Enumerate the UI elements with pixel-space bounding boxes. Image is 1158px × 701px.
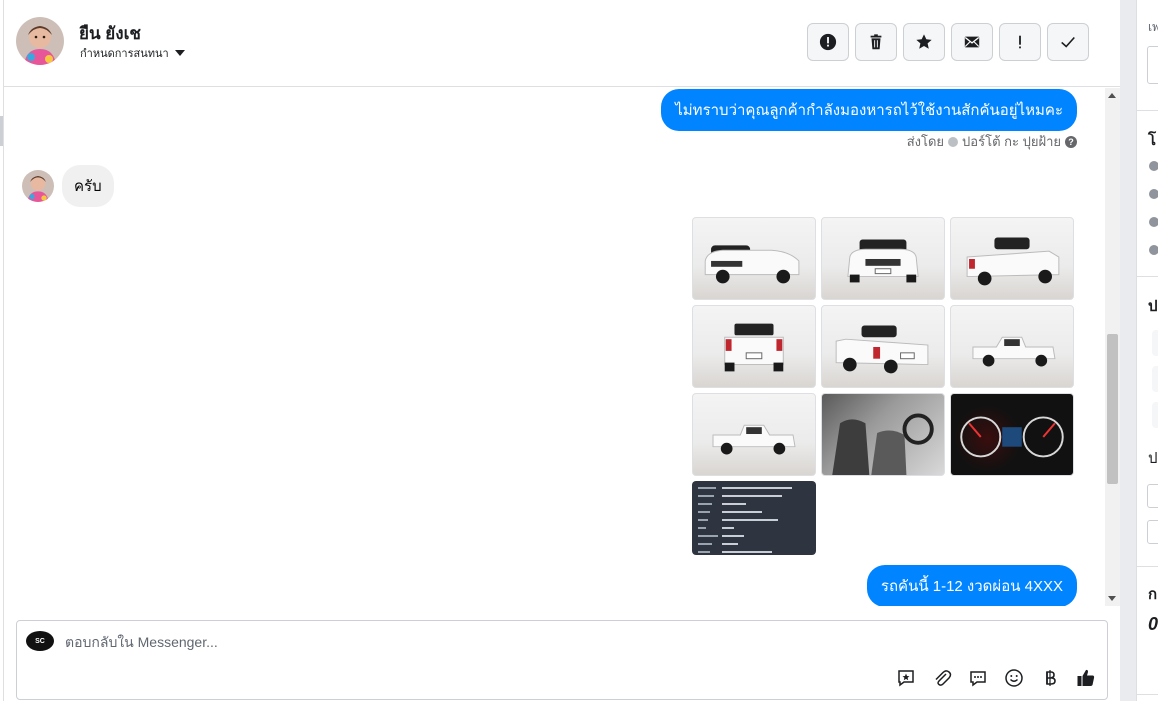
panel-value: 0 (1148, 614, 1158, 634)
thread-scrollbar[interactable] (1105, 88, 1120, 606)
composer-tools (895, 667, 1097, 689)
reply-input[interactable] (65, 629, 865, 655)
caret-down-icon (174, 50, 185, 56)
car-photo-rear-right[interactable] (950, 217, 1074, 300)
delete-button[interactable] (855, 23, 897, 61)
label-chip[interactable] (1152, 402, 1158, 428)
alert-circle-icon (819, 33, 837, 51)
car-photo-front[interactable] (821, 217, 945, 300)
thumbs-up-icon (1077, 669, 1095, 686)
label-chip[interactable] (1152, 366, 1158, 392)
star-icon (916, 34, 932, 49)
location-pin-icon (1149, 217, 1158, 227)
saved-replies-button[interactable] (895, 667, 917, 689)
section-heading-3: ป (1148, 450, 1158, 467)
scrollbar-thumb[interactable] (1107, 334, 1118, 484)
spec-document-image[interactable] (692, 481, 816, 555)
panel-search-hint: เพ (1148, 20, 1158, 34)
section-heading-1: โ (1148, 132, 1157, 149)
location-pin-icon (1149, 245, 1158, 255)
customer-info-panel: เพ โ ป ป ก 0 (1136, 0, 1158, 701)
panel-separator (1137, 110, 1158, 111)
baht-icon (1046, 670, 1056, 686)
outgoing-message: ไม่ทราบว่าคุณลูกค้ากำลังมองหารถไว้ใช้งาน… (661, 89, 1077, 131)
car-photo-side-left[interactable] (692, 393, 816, 476)
car-photo-dashboard[interactable] (950, 393, 1074, 476)
panel-separator (1137, 276, 1158, 277)
mark-done-button[interactable] (1047, 23, 1089, 61)
star-button[interactable] (903, 23, 945, 61)
exclamation-icon (1019, 35, 1021, 49)
mark-spam-button[interactable] (807, 23, 849, 61)
trash-icon (870, 34, 882, 50)
panel-divider (1120, 0, 1136, 701)
graduation-icon (1149, 189, 1158, 199)
emoji-icon (1005, 669, 1023, 687)
contact-name: ยืน ยังเช (79, 24, 141, 43)
panel-separator (1137, 694, 1158, 695)
assign-label: กำหนดการสนทนา (80, 48, 169, 60)
label-chip[interactable] (1152, 330, 1158, 356)
contact-avatar[interactable] (16, 17, 64, 65)
payment-button[interactable] (1039, 667, 1061, 689)
saved-reply-icon (898, 670, 914, 687)
header-actions (807, 23, 1089, 61)
contact-avatar-small (22, 170, 54, 202)
car-photo-rear[interactable] (692, 305, 816, 388)
car-photo-interior[interactable] (821, 393, 945, 476)
emoji-button[interactable] (1003, 667, 1025, 689)
section-heading-2: ป (1148, 298, 1158, 315)
chat-panel: ยืน ยังเช กำหนดการสนทนา ไม่ทราบว่าคุณลูก… (4, 0, 1120, 701)
outgoing-message-price: รถคันนี้ 1-12 งวดผ่อน 4XXX (866, 565, 1077, 606)
assign-conversation-dropdown[interactable]: กำหนดการสนทนา (80, 44, 185, 62)
scroll-up-arrow-icon[interactable] (1108, 93, 1116, 98)
photo-gallery (692, 217, 1074, 564)
panel-input[interactable] (1147, 520, 1158, 544)
send-like-button[interactable] (1075, 667, 1097, 689)
section-heading-4: ก (1148, 586, 1158, 603)
mark-unread-button[interactable] (951, 23, 993, 61)
sent-by-line: ส่งโดย ปอร์โต้ กะ ปุยฝ้าย ? (907, 131, 1077, 152)
quick-reply-button[interactable] (967, 667, 989, 689)
reply-composer: SC (16, 620, 1108, 700)
left-edge-notch (0, 116, 3, 146)
follow-up-button[interactable] (999, 23, 1041, 61)
panel-input[interactable] (1147, 484, 1158, 508)
attach-file-button[interactable] (931, 667, 953, 689)
incoming-message: ครับ (62, 165, 114, 207)
check-badge-icon (948, 136, 959, 147)
checkmark-icon (1061, 36, 1075, 48)
clock-icon (1149, 161, 1158, 171)
panel-separator (1137, 566, 1158, 567)
scroll-down-arrow-icon[interactable] (1108, 596, 1116, 601)
sent-by-name: ปอร์โต้ กะ ปุยฝ้าย (962, 134, 1061, 149)
paperclip-icon (935, 670, 952, 686)
message-thread: ไม่ทราบว่าคุณลูกค้ากำลังมองหารถไว้ใช้งาน… (4, 88, 1104, 606)
envelope-icon (964, 36, 980, 48)
help-icon[interactable]: ? (1065, 135, 1077, 148)
chat-bubble-icon (970, 671, 986, 687)
page-logo: SC (26, 631, 54, 651)
car-photo-front-left[interactable] (692, 217, 816, 300)
sent-by-label: ส่งโดย (906, 134, 945, 149)
car-photo-side-right[interactable] (950, 305, 1074, 388)
panel-search-box[interactable] (1147, 46, 1158, 84)
conversation-header: ยืน ยังเช กำหนดการสนทนา (4, 0, 1120, 87)
car-photo-rear-left[interactable] (821, 305, 945, 388)
